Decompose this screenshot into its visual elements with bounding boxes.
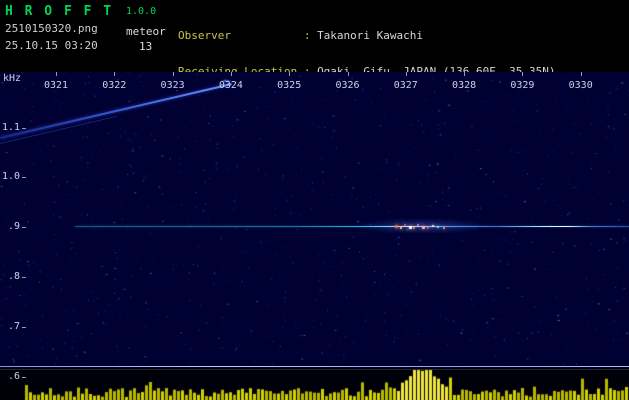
observation-datetime: 25.10.15 03:20 <box>5 39 98 52</box>
freq-tick <box>22 227 26 228</box>
freq-tick <box>22 128 26 129</box>
freq-tick-label: 1.0 <box>1 171 20 182</box>
time-tick-label: 0326 <box>335 80 360 91</box>
meteor-echo-dot <box>400 227 402 229</box>
time-tick-label: 0324 <box>218 80 243 91</box>
meteor-echo-dot <box>443 227 445 229</box>
meteor-echo-glow <box>352 218 478 233</box>
app-version: 1.0.0 <box>126 6 157 17</box>
time-tick <box>230 72 232 76</box>
info-separator: : <box>303 29 311 42</box>
time-tick-label: 0323 <box>160 80 185 91</box>
time-tick <box>464 72 466 76</box>
time-tick <box>405 72 407 76</box>
time-tick-label: 0327 <box>393 80 418 91</box>
meteor-echo-dot <box>409 226 412 229</box>
signal-level-bars-canvas <box>0 368 629 400</box>
time-tick <box>580 72 582 76</box>
info-value: Takanori Kawachi <box>317 29 424 42</box>
time-tick <box>289 72 291 76</box>
time-tick <box>522 72 524 76</box>
freq-unit-label: kHz <box>3 73 22 84</box>
meteor-echo-dot <box>395 225 398 228</box>
meteor-echo-dot <box>413 227 415 229</box>
time-tick <box>56 72 57 76</box>
time-tick-label: 0321 <box>43 80 69 91</box>
time-tick-label: 0328 <box>452 80 477 91</box>
meteor-echo-dot <box>422 226 425 229</box>
time-tick-label: 0330 <box>568 80 593 91</box>
info-row-observer: Observer: Takanori Kawachi <box>178 30 555 42</box>
freq-tick-label: .7 <box>7 321 20 332</box>
info-label: Observer <box>178 29 231 42</box>
header: H R O F F T 1.0.0 2510150320.png meteor … <box>0 0 629 150</box>
freq-tick <box>22 377 26 378</box>
time-tick <box>172 72 174 76</box>
meteor-echo-dot <box>432 225 434 227</box>
meteor-echo-dot <box>404 224 406 226</box>
meteor-echo-dot <box>417 224 419 226</box>
freq-tick <box>22 177 26 178</box>
freq-tick <box>22 327 26 328</box>
mode-label: meteor <box>126 25 166 38</box>
time-tick-label: 0322 <box>102 80 127 91</box>
freq-tick <box>22 277 26 278</box>
spectrogram: 0321 0322 0323 0324 0325 0326 0327 0328 0329 0330… <box>0 72 629 400</box>
time-tick <box>114 72 116 76</box>
baseline <box>0 366 629 367</box>
meteor-echo-dot <box>427 227 429 229</box>
freq-tick-label: .9 <box>7 221 20 232</box>
hrofft-output-image: H R O F F T 1.0.0 2510150320.png meteor … <box>0 0 629 400</box>
time-tick-label: 0329 <box>510 80 535 91</box>
app-title: H R O F F T <box>5 4 114 19</box>
freq-tick-label: .8 <box>7 271 20 282</box>
time-tick-label: 0325 <box>277 80 302 91</box>
time-tick <box>347 72 349 76</box>
meteor-echo-dot <box>437 226 439 228</box>
freq-tick-label: 1.1 <box>1 122 20 133</box>
output-filename: 2510150320.png <box>5 22 98 35</box>
meteor-count: 13 <box>139 40 153 53</box>
freq-tick-label: .6 <box>7 371 20 382</box>
